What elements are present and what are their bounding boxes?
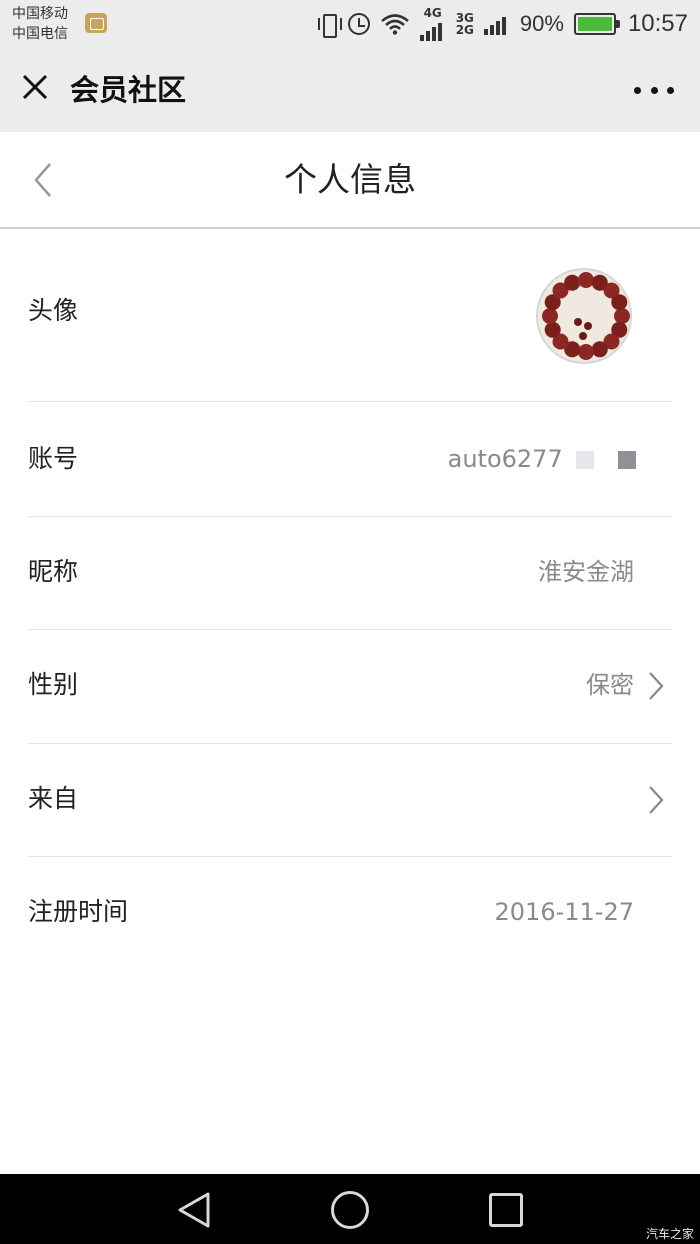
alarm-icon [347,13,370,35]
app-bar: 会员社区 [0,48,700,132]
signal-icon-2 [483,13,510,35]
network-3g2g: 3G 2G [456,12,474,36]
gender-value: 保密 [586,671,634,699]
register-date-value: 2016-11-27 [494,898,634,926]
avatar[interactable] [536,268,632,364]
status-bar: 中国移动 中国电信 4G 3G 2G 90% 10:57 [0,0,700,48]
carrier-2: 中国电信 [12,26,68,42]
status-icons: 4G 3G 2G 90% 10:57 [317,0,688,48]
row-register-date: 注册时间 2016-11-27 [28,857,672,970]
network-4g: 4G [419,6,446,41]
row-label-gender: 性别 [28,670,79,699]
wifi-icon [380,13,410,35]
net-4g-label: 4G [423,6,442,20]
close-icon[interactable] [18,70,54,106]
nickname-value: 淮安金湖 [538,558,634,586]
battery-percent: 90% [519,11,564,36]
net-2g-label: 2G [455,23,474,37]
square-recent-icon[interactable] [489,1193,523,1227]
page-title: 个人信息 [284,160,416,199]
gallery-notification-icon [85,13,107,33]
row-label-location: 来自 [28,784,79,813]
row-nickname[interactable]: 昵称 淮安金湖 [28,517,672,630]
masked-block-dark [618,451,636,469]
vibrate-icon [317,12,342,38]
battery-icon [573,13,620,35]
circle-home-icon[interactable] [331,1191,369,1229]
clock: 10:57 [627,10,688,37]
account-value: auto6277 [448,442,636,476]
signal-icon [419,19,446,41]
triangle-back-icon[interactable] [176,1191,212,1229]
avatar-image [538,270,630,362]
row-label-register: 注册时间 [28,897,129,926]
row-avatar[interactable]: 头像 [28,230,672,402]
row-label-avatar: 头像 [28,296,79,325]
page-header: 个人信息 [0,132,700,229]
row-label-account: 账号 [28,444,79,473]
carrier-1: 中国移动 [12,6,68,22]
row-label-nickname: 昵称 [28,557,79,586]
app-title: 会员社区 [70,73,187,107]
row-account: 账号 auto6277 [28,402,672,517]
row-gender[interactable]: 性别 保密 [28,630,672,744]
carrier-info: 中国移动 中国电信 [12,4,68,44]
more-dots-icon[interactable] [634,78,674,102]
watermark: 汽车之家 [645,1227,694,1241]
chevron-right-icon [646,784,666,816]
chevron-right-icon [646,670,666,702]
masked-block-light [576,451,595,469]
system-nav-bar [0,1174,700,1244]
account-text: auto6277 [447,445,563,473]
row-location[interactable]: 来自 [28,744,672,857]
